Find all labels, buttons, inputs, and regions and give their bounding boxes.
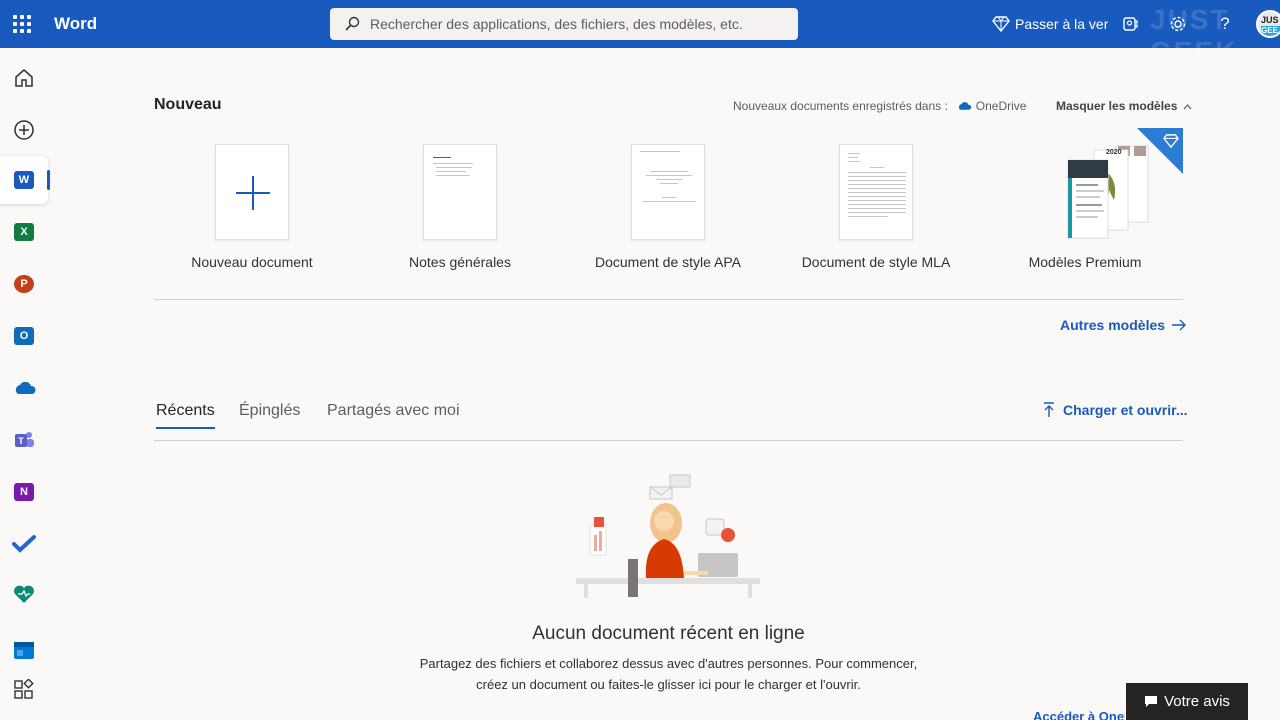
avatar[interactable]: JUS GEE [1256, 10, 1280, 38]
diamond-icon [1163, 134, 1179, 148]
settings-button[interactable] [1166, 12, 1190, 36]
empty-state-description: Partagez des fichiers et collaborez dess… [419, 656, 918, 692]
app-rail: W X P O T N [0, 48, 50, 720]
template-label: Document de style MLA [801, 254, 951, 270]
rail-onedrive[interactable] [0, 364, 48, 412]
diamond-icon [992, 16, 1010, 32]
search-box[interactable]: Rechercher des applications, des fichier… [330, 8, 798, 40]
template-thumbnail [423, 144, 497, 240]
save-location-note: Nouveaux documents enregistrés dans : On… [733, 99, 1026, 113]
rail-teams[interactable]: T [0, 416, 48, 464]
tabs-divider [154, 440, 1183, 441]
template-thumbnail [631, 144, 705, 240]
feedback-label: Votre avis [1164, 693, 1230, 710]
add-circle-icon [14, 120, 34, 140]
rail-outlook[interactable]: O [0, 312, 48, 360]
chevron-up-icon [1183, 104, 1192, 110]
recent-tabs: Récents Épinglés Partagés avec moi [154, 402, 1183, 432]
app-name[interactable]: Word [54, 14, 97, 34]
avatar-text-bottom: GEE [1261, 26, 1280, 36]
waffle-icon [13, 15, 31, 33]
rail-powerpoint[interactable]: P [0, 260, 48, 308]
camera-icon [1123, 17, 1138, 31]
onenote-icon: N [14, 483, 34, 501]
more-templates-label: Autres modèles [1060, 317, 1166, 333]
empty-state-illustration [576, 474, 760, 598]
help-button[interactable]: ? [1213, 12, 1237, 36]
tab-shared-with-me[interactable]: Partagés avec moi [327, 402, 460, 420]
onedrive-small-icon [958, 102, 972, 110]
tab-recent[interactable]: Récents [156, 402, 215, 429]
go-to-onedrive-link[interactable]: Accéder à OneDrive [1033, 709, 1125, 720]
rail-excel[interactable]: X [0, 208, 48, 256]
chat-icon [1145, 696, 1158, 707]
premium-year: 2020 [1106, 149, 1122, 156]
gear-icon [1170, 16, 1186, 32]
template-gallery: Nouveau document Notes générales Documen… [154, 128, 1183, 274]
template-premium[interactable]: 2020 Modèles Premium [1029, 128, 1183, 270]
checkmark-icon [12, 535, 36, 553]
hide-templates-label: Masquer les modèles [1056, 99, 1178, 113]
search-placeholder: Rechercher des applications, des fichier… [370, 16, 743, 32]
save-note-text: Nouveaux documents enregistrés dans : [733, 99, 948, 113]
rail-onenote[interactable]: N [0, 468, 48, 516]
upload-icon [1044, 402, 1054, 417]
rail-all-apps[interactable] [0, 666, 48, 714]
question-icon: ? [1220, 14, 1230, 33]
top-bar: Word Rechercher des applications, des fi… [0, 0, 1280, 67]
rail-create[interactable] [0, 106, 48, 154]
meet-now-button[interactable] [1118, 12, 1142, 36]
premium-label: Passer à la vers [1015, 16, 1108, 32]
new-section-title: Nouveau [154, 96, 222, 113]
premium-upgrade-link[interactable]: Passer à la vers [992, 0, 1108, 48]
rail-todo[interactable] [0, 520, 48, 568]
rail-word[interactable]: W [0, 156, 50, 204]
outlook-icon: O [14, 327, 34, 345]
avatar-text-top: JUS [1261, 15, 1279, 25]
excel-icon: X [14, 223, 34, 241]
calendar-icon [14, 642, 34, 659]
rail-family-safety[interactable] [0, 570, 48, 618]
feedback-button[interactable]: Votre avis [1126, 683, 1248, 720]
empty-state-title: Aucun document récent en ligne [532, 623, 805, 644]
onedrive-icon [15, 381, 36, 394]
template-label: Modèles Premium [1028, 254, 1142, 270]
svg-text:T: T [18, 436, 24, 446]
rail-home[interactable] [0, 54, 48, 102]
home-icon [15, 69, 33, 87]
tab-pinned[interactable]: Épinglés [239, 402, 300, 420]
teams-icon: T [15, 432, 34, 447]
apps-grid-icon [14, 679, 34, 699]
arrow-right-icon [1172, 319, 1187, 331]
hide-templates-toggle[interactable]: Masquer les modèles [1056, 99, 1192, 113]
app-launcher-button[interactable] [0, 0, 44, 48]
search-icon [345, 16, 360, 31]
upload-open-label: Charger et ouvrir... [1063, 402, 1188, 418]
new-section-header: Nouveau Nouveaux documents enregistrés d… [154, 96, 1192, 116]
template-thumbnail [215, 144, 289, 240]
save-location-link[interactable]: OneDrive [956, 99, 1027, 113]
upload-open-button[interactable]: Charger et ouvrir... [1043, 402, 1187, 418]
more-templates-link[interactable]: Autres modèles [1060, 317, 1187, 333]
section-divider [154, 299, 1183, 300]
template-thumbnail [839, 144, 913, 240]
save-location-name: OneDrive [975, 99, 1027, 113]
template-label: Notes générales [409, 254, 511, 270]
powerpoint-icon: P [14, 275, 34, 293]
template-label: Document de style APA [594, 254, 742, 270]
heart-icon [14, 585, 34, 603]
template-label: Nouveau document [191, 254, 313, 270]
word-icon: W [14, 171, 34, 189]
